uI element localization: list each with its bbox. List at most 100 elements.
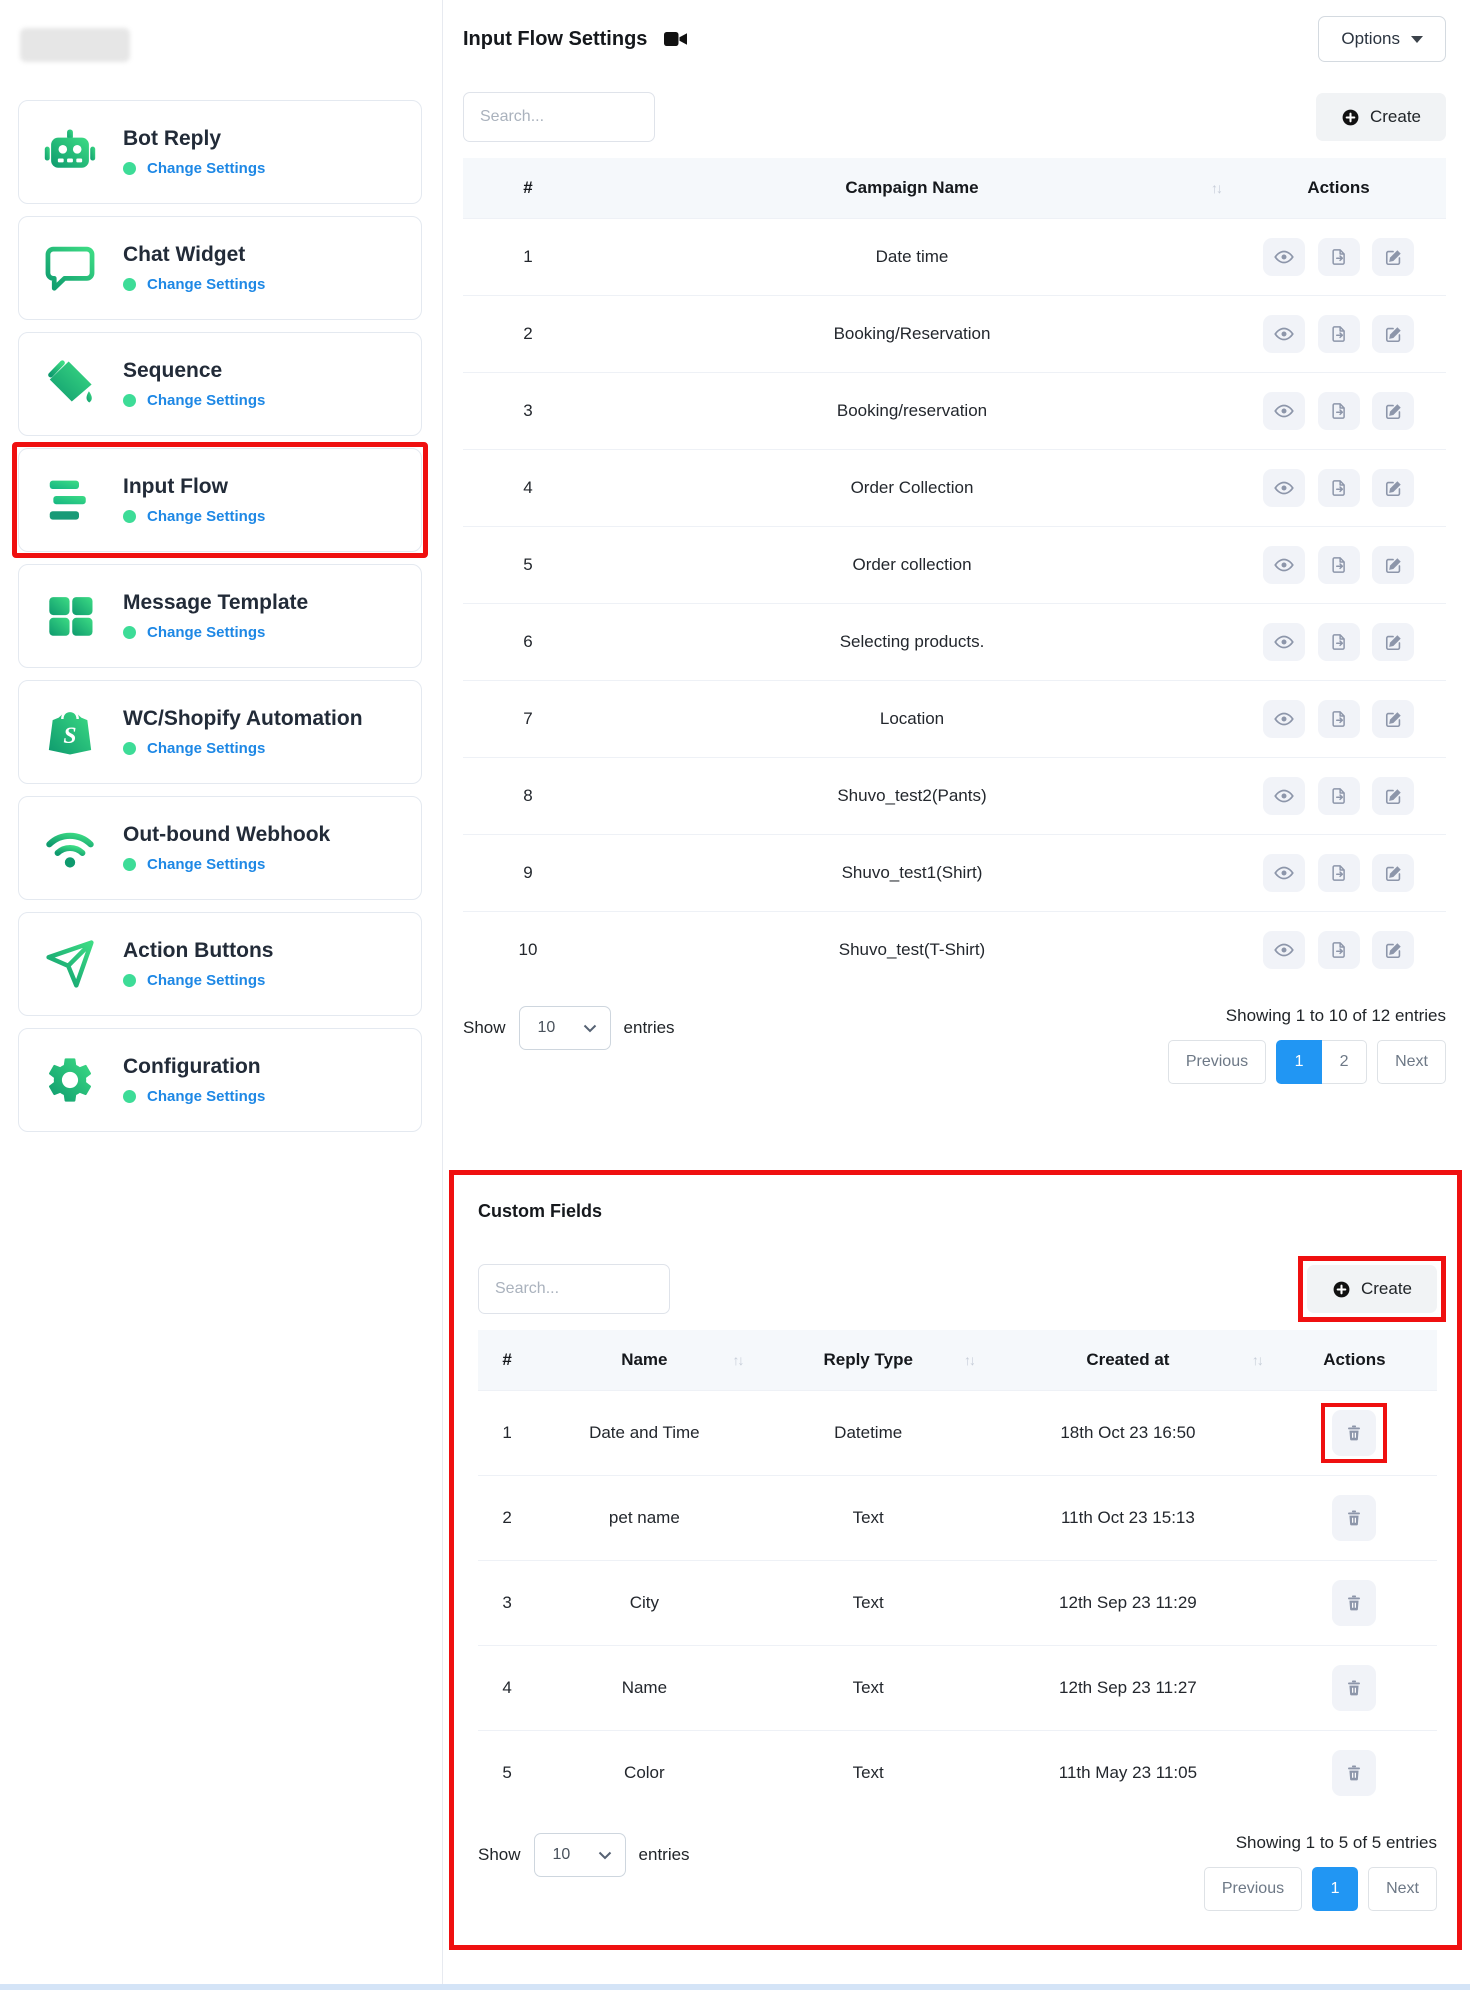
export-button[interactable] (1318, 777, 1360, 815)
edit-button[interactable] (1372, 546, 1414, 584)
change-settings-link[interactable]: Change Settings (147, 740, 265, 757)
sidebar-item-outbound-webhook[interactable]: Out-bound Webhook Change Settings (18, 796, 422, 900)
campaign-name-cell: Selecting products. (593, 604, 1231, 681)
edit-button[interactable] (1372, 315, 1414, 353)
export-button[interactable] (1318, 315, 1360, 353)
export-button[interactable] (1318, 392, 1360, 430)
export-button[interactable] (1318, 469, 1360, 507)
view-button[interactable] (1263, 777, 1305, 815)
edit-button[interactable] (1372, 238, 1414, 276)
table-row: 2 pet name Text 11th Oct 23 15:13 (478, 1476, 1437, 1561)
export-button[interactable] (1318, 238, 1360, 276)
created-at-cell: 11th May 23 11:05 (984, 1731, 1272, 1816)
view-button[interactable] (1263, 931, 1305, 969)
show-label: Show (478, 1845, 521, 1865)
entries-per-page-select[interactable]: 10 (534, 1833, 626, 1877)
edit-pencil-icon (1384, 710, 1403, 729)
delete-button[interactable] (1332, 1580, 1376, 1626)
table-row: 2 Booking/Reservation (463, 296, 1446, 373)
sidebar-item-text: Bot Reply Change Settings (123, 127, 265, 177)
sidebar-item-title: Message Template (123, 591, 308, 615)
sidebar-item-title: Sequence (123, 359, 265, 383)
export-button[interactable] (1318, 623, 1360, 661)
change-settings-link[interactable]: Change Settings (147, 972, 265, 989)
plus-circle-icon (1341, 108, 1360, 127)
delete-button[interactable] (1332, 1410, 1376, 1456)
previous-page-button[interactable]: Previous (1204, 1867, 1302, 1911)
actions-cell (1231, 681, 1446, 758)
page-1-button[interactable]: 1 (1276, 1040, 1322, 1084)
eye-icon (1274, 940, 1294, 960)
row-number: 3 (478, 1561, 536, 1646)
show-entries-group: Show 10 entries (463, 1006, 675, 1050)
file-export-icon (1330, 633, 1348, 651)
view-button[interactable] (1263, 700, 1305, 738)
eye-icon (1274, 786, 1294, 806)
sidebar-item-bot-reply[interactable]: Bot Reply Change Settings (18, 100, 422, 204)
edit-button[interactable] (1372, 931, 1414, 969)
sidebar-item-wc-shopify-automation[interactable]: S WC/Shopify Automation Change Settings (18, 680, 422, 784)
delete-button[interactable] (1332, 1495, 1376, 1541)
page-1-button[interactable]: 1 (1312, 1867, 1358, 1911)
campaign-name-cell: Order Collection (593, 450, 1231, 527)
sort-icon[interactable]: ↑↓ (1252, 1352, 1262, 1368)
view-button[interactable] (1263, 546, 1305, 584)
edit-button[interactable] (1372, 623, 1414, 661)
export-button[interactable] (1318, 854, 1360, 892)
view-button[interactable] (1263, 392, 1305, 430)
sidebar-item-title: Configuration (123, 1055, 265, 1079)
view-button[interactable] (1263, 469, 1305, 507)
delete-button[interactable] (1332, 1665, 1376, 1711)
change-settings-link[interactable]: Change Settings (147, 1088, 265, 1105)
change-settings-link[interactable]: Change Settings (147, 160, 265, 177)
sort-icon[interactable]: ↑↓ (732, 1352, 742, 1368)
sort-icon[interactable]: ↑↓ (964, 1352, 974, 1368)
sidebar-item-message-template[interactable]: Message Template Change Settings (18, 564, 422, 668)
view-button[interactable] (1263, 854, 1305, 892)
previous-page-button[interactable]: Previous (1168, 1040, 1266, 1084)
video-camera-icon[interactable] (663, 28, 688, 50)
export-button[interactable] (1318, 931, 1360, 969)
edit-button[interactable] (1372, 392, 1414, 430)
sidebar-item-chat-widget[interactable]: Chat Widget Change Settings (18, 216, 422, 320)
campaign-name-cell: Booking/Reservation (593, 296, 1231, 373)
change-settings-link[interactable]: Change Settings (147, 856, 265, 873)
page-2-button[interactable]: 2 (1321, 1040, 1367, 1084)
edit-button[interactable] (1372, 469, 1414, 507)
delete-button[interactable] (1332, 1750, 1376, 1796)
view-button[interactable] (1263, 623, 1305, 661)
view-button[interactable] (1263, 238, 1305, 276)
pagination: Previous 1 Next (1204, 1867, 1437, 1911)
sidebar-item-text: Sequence Change Settings (123, 359, 265, 409)
campaign-search-input[interactable] (463, 92, 655, 142)
sidebar-item-input-flow[interactable]: Input Flow Change Settings (18, 448, 422, 552)
edit-button[interactable] (1372, 700, 1414, 738)
edit-button[interactable] (1372, 777, 1414, 815)
change-settings-link[interactable]: Change Settings (147, 508, 265, 525)
entries-per-page-select[interactable]: 10 (519, 1006, 611, 1050)
export-button[interactable] (1318, 700, 1360, 738)
campaign-toolbar: Create (463, 92, 1446, 142)
sidebar-item-title: Chat Widget (123, 243, 265, 267)
sidebar-item-configuration[interactable]: Configuration Change Settings (18, 1028, 422, 1132)
view-button[interactable] (1263, 315, 1305, 353)
sort-icon[interactable]: ↑↓ (1211, 180, 1221, 196)
edit-button[interactable] (1372, 854, 1414, 892)
eye-icon (1274, 709, 1294, 729)
custom-fields-table-body: 1 Date and Time Datetime 18th Oct 23 16:… (478, 1391, 1437, 1816)
sidebar-item-sequence[interactable]: Sequence Change Settings (18, 332, 422, 436)
custom-fields-create-button[interactable]: Create (1307, 1265, 1437, 1313)
eye-icon (1274, 555, 1294, 575)
chevron-down-icon (598, 1851, 612, 1860)
next-page-button[interactable]: Next (1368, 1867, 1437, 1911)
export-button[interactable] (1318, 546, 1360, 584)
change-settings-link[interactable]: Change Settings (147, 624, 265, 641)
actions-cell (1272, 1731, 1437, 1816)
custom-fields-search-input[interactable] (478, 1264, 670, 1314)
sidebar-item-action-buttons[interactable]: Action Buttons Change Settings (18, 912, 422, 1016)
campaign-create-button[interactable]: Create (1316, 93, 1446, 141)
change-settings-link[interactable]: Change Settings (147, 392, 265, 409)
options-button[interactable]: Options (1318, 16, 1446, 62)
next-page-button[interactable]: Next (1377, 1040, 1446, 1084)
change-settings-link[interactable]: Change Settings (147, 276, 265, 293)
